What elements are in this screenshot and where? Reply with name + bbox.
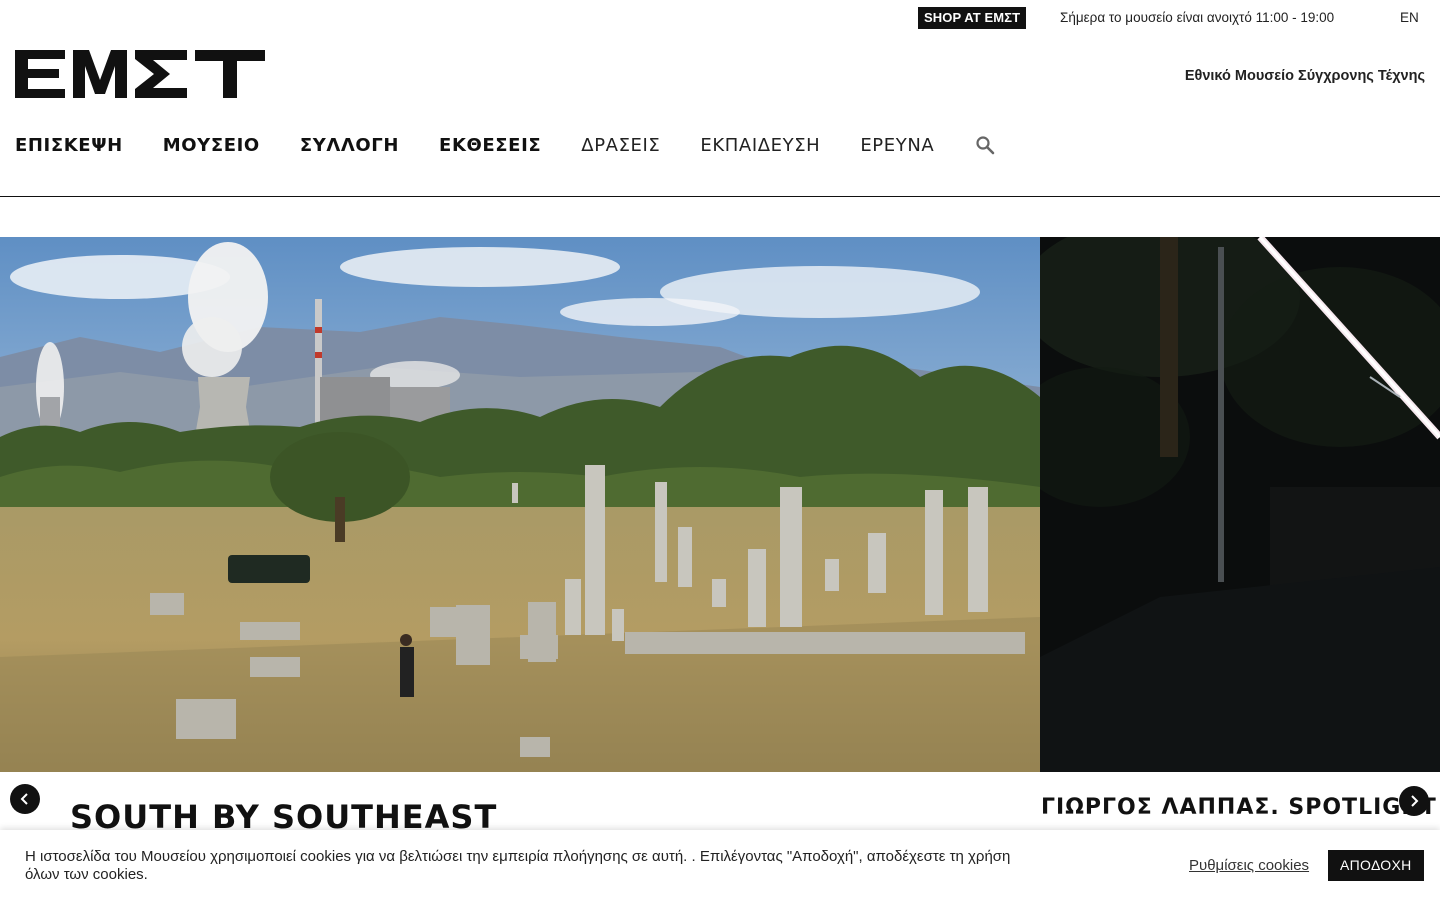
slide-image-lappas-spotlight[interactable]	[1040, 237, 1440, 772]
header-divider	[0, 196, 1440, 197]
nav-item-visit[interactable]: ΕΠΙΣΚΕΨΗ	[15, 135, 123, 156]
site-logo[interactable]	[15, 50, 267, 98]
hero-slider	[0, 237, 1440, 772]
cookie-settings-link[interactable]: Ρυθμίσεις cookies	[1189, 857, 1309, 874]
cookie-message: Η ιστοσελίδα του Μουσείου χρησιμοποιεί c…	[25, 848, 1011, 883]
nav-item-education[interactable]: ΕΚΠΑΙΔΕΥΣΗ	[700, 135, 820, 156]
chevron-left-icon	[20, 793, 28, 805]
cookie-consent-bar: Η ιστοσελίδα του Μουσείου χρησιμοποιεί c…	[0, 830, 1440, 900]
nav-item-exhibitions[interactable]: ΕΚΘΕΣΕΙΣ	[439, 135, 541, 156]
nav-item-research[interactable]: ΕΡΕΥΝΑ	[860, 135, 934, 156]
cookie-accept-button[interactable]: ΑΠΟΔΟΧΗ	[1328, 850, 1424, 881]
museum-name: Εθνικό Μουσείο Σύγχρονης Τέχνης	[1184, 68, 1425, 84]
slider-prev-button[interactable]	[10, 784, 40, 814]
emst-logo-mark	[15, 50, 265, 98]
opening-hours: Σήμερα το μουσείο είναι ανοιχτό 11:00 - …	[1060, 10, 1335, 25]
shop-button[interactable]: SHOP AT ΕΜΣΤ	[918, 7, 1027, 29]
nav-item-museum[interactable]: ΜΟΥΣΕΙΟ	[163, 135, 260, 156]
search-icon[interactable]	[974, 134, 996, 156]
slide-title-next[interactable]: ΓΙΩΡΓΟΣ ΛΑΠΠΑΣ. SPOTLIGHT	[1041, 795, 1440, 820]
language-switch[interactable]: EN	[1400, 7, 1419, 29]
slide-image-south-by-southeast[interactable]	[0, 237, 1040, 772]
nav-item-collection[interactable]: ΣΥΛΛΟΓΗ	[300, 135, 399, 156]
nav-item-activities[interactable]: ΔΡΑΣΕΙΣ	[581, 135, 660, 156]
top-bar: SHOP AT ΕΜΣΤ Σήμερα το μουσείο είναι ανο…	[0, 7, 1440, 29]
slider-next-button[interactable]	[1399, 786, 1429, 816]
chevron-right-icon	[1411, 795, 1419, 807]
main-nav: ΕΠΙΣΚΕΨΗ ΜΟΥΣΕΙΟ ΣΥΛΛΟΓΗ ΕΚΘΕΣΕΙΣ ΔΡΑΣΕΙ…	[15, 131, 996, 159]
